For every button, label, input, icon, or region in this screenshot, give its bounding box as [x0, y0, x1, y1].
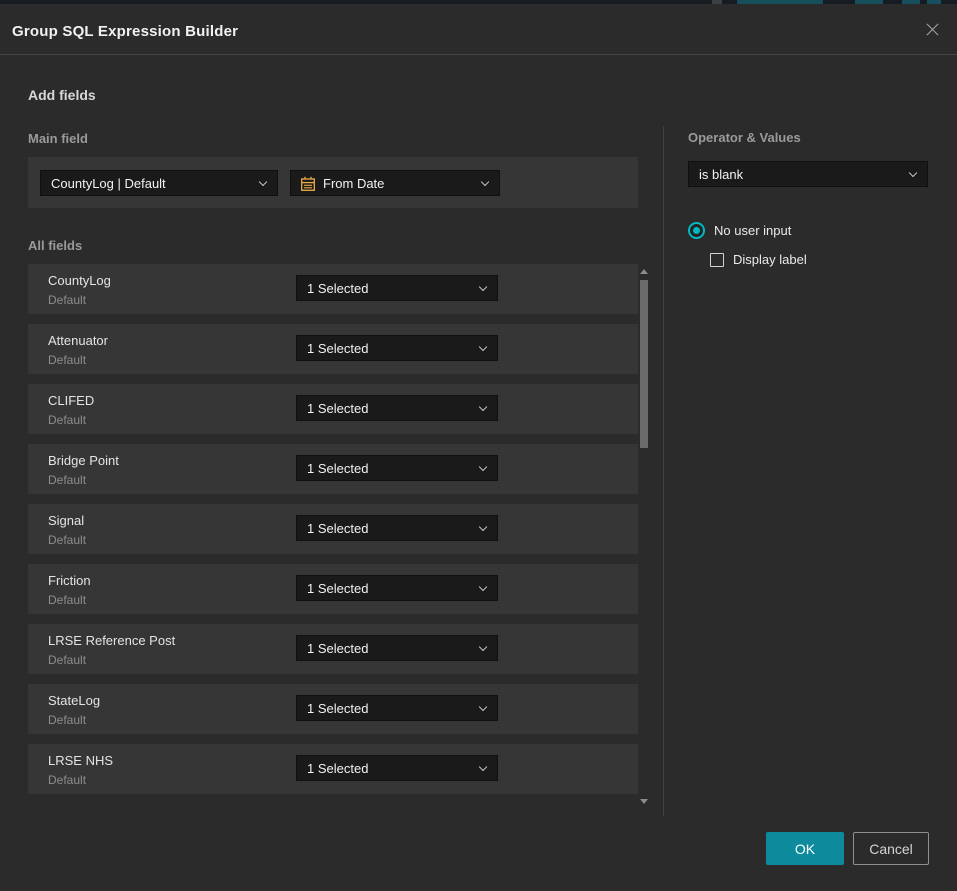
field-selection-value: 1 Selected	[307, 641, 368, 656]
field-subtitle: Default	[48, 773, 86, 787]
main-field-field-value: From Date	[323, 176, 384, 191]
field-subtitle: Default	[48, 653, 86, 667]
dialog-title: Group SQL Expression Builder	[12, 23, 238, 40]
all-fields-list: CountyLog Default 1 Selected Attenuator …	[28, 264, 638, 804]
chevron-down-icon	[259, 178, 267, 186]
chevron-down-icon	[479, 463, 487, 471]
scrollbar-down-arrow-icon[interactable]	[640, 799, 648, 804]
chevron-down-icon	[479, 583, 487, 591]
field-selection-value: 1 Selected	[307, 401, 368, 416]
field-selection-dropdown[interactable]: 1 Selected	[296, 575, 498, 601]
field-row: LRSE NHS Default 1 Selected	[28, 744, 638, 794]
field-row: CountyLog Default 1 Selected	[28, 264, 638, 314]
main-field-field-dropdown[interactable]: From Date	[290, 170, 500, 196]
chevron-down-icon	[481, 178, 489, 186]
display-label-checkbox[interactable]: Display label	[710, 252, 807, 267]
header-divider	[0, 54, 957, 55]
chevron-down-icon	[909, 169, 917, 177]
field-selection-value: 1 Selected	[307, 461, 368, 476]
field-name: CountyLog	[48, 273, 111, 288]
group-sql-expression-builder-dialog: Group SQL Expression Builder Add fields …	[0, 4, 957, 891]
field-subtitle: Default	[48, 353, 86, 367]
cancel-button[interactable]: Cancel	[853, 832, 929, 865]
ok-button[interactable]: OK	[766, 832, 844, 865]
no-user-input-radio[interactable]: No user input	[688, 222, 791, 239]
main-field-container: CountyLog | Default From Date	[28, 157, 638, 208]
field-selection-dropdown[interactable]: 1 Selected	[296, 335, 498, 361]
close-icon	[925, 22, 940, 37]
scrollbar-up-arrow-icon[interactable]	[640, 269, 648, 274]
field-selection-value: 1 Selected	[307, 581, 368, 596]
chevron-down-icon	[479, 403, 487, 411]
field-selection-value: 1 Selected	[307, 341, 368, 356]
field-selection-dropdown[interactable]: 1 Selected	[296, 275, 498, 301]
field-row: LRSE Reference Post Default 1 Selected	[28, 624, 638, 674]
field-name: Bridge Point	[48, 453, 119, 468]
field-row: StateLog Default 1 Selected	[28, 684, 638, 734]
field-name: LRSE Reference Post	[48, 633, 175, 648]
chevron-down-icon	[479, 703, 487, 711]
calendar-icon	[300, 176, 316, 192]
field-name: StateLog	[48, 693, 100, 708]
scrollbar-thumb[interactable]	[640, 280, 648, 448]
field-name: CLIFED	[48, 393, 94, 408]
field-subtitle: Default	[48, 713, 86, 727]
field-selection-value: 1 Selected	[307, 281, 368, 296]
add-fields-heading: Add fields	[28, 87, 96, 103]
chevron-down-icon	[479, 523, 487, 531]
operator-value: is blank	[699, 167, 743, 182]
field-selection-value: 1 Selected	[307, 701, 368, 716]
field-name: Signal	[48, 513, 84, 528]
checkbox-unchecked-icon	[710, 253, 724, 267]
chevron-down-icon	[479, 283, 487, 291]
field-selection-dropdown[interactable]: 1 Selected	[296, 755, 498, 781]
field-selection-value: 1 Selected	[307, 521, 368, 536]
field-name: LRSE NHS	[48, 753, 113, 768]
panel-divider	[663, 126, 664, 816]
operator-values-label: Operator & Values	[688, 130, 801, 145]
chevron-down-icon	[479, 343, 487, 351]
field-subtitle: Default	[48, 593, 86, 607]
field-selection-dropdown[interactable]: 1 Selected	[296, 395, 498, 421]
field-subtitle: Default	[48, 413, 86, 427]
field-row: Signal Default 1 Selected	[28, 504, 638, 554]
field-name: Friction	[48, 573, 91, 588]
field-name: Attenuator	[48, 333, 108, 348]
field-selection-dropdown[interactable]: 1 Selected	[296, 635, 498, 661]
field-row: Bridge Point Default 1 Selected	[28, 444, 638, 494]
display-label-text: Display label	[733, 252, 807, 267]
field-selection-dropdown[interactable]: 1 Selected	[296, 695, 498, 721]
radio-selected-icon	[688, 222, 705, 239]
scrollbar[interactable]	[637, 264, 651, 809]
field-subtitle: Default	[48, 533, 86, 547]
field-subtitle: Default	[48, 473, 86, 487]
field-subtitle: Default	[48, 293, 86, 307]
chevron-down-icon	[479, 643, 487, 651]
field-row: Friction Default 1 Selected	[28, 564, 638, 614]
all-fields-label: All fields	[28, 238, 82, 253]
main-field-label: Main field	[28, 131, 88, 146]
field-row: Attenuator Default 1 Selected	[28, 324, 638, 374]
field-selection-value: 1 Selected	[307, 761, 368, 776]
field-selection-dropdown[interactable]: 1 Selected	[296, 455, 498, 481]
field-row: CLIFED Default 1 Selected	[28, 384, 638, 434]
no-user-input-label: No user input	[714, 223, 791, 238]
main-field-layer-dropdown[interactable]: CountyLog | Default	[40, 170, 278, 196]
field-selection-dropdown[interactable]: 1 Selected	[296, 515, 498, 541]
main-field-layer-value: CountyLog | Default	[51, 176, 166, 191]
chevron-down-icon	[479, 763, 487, 771]
close-button[interactable]	[915, 12, 949, 46]
operator-dropdown[interactable]: is blank	[688, 161, 928, 187]
